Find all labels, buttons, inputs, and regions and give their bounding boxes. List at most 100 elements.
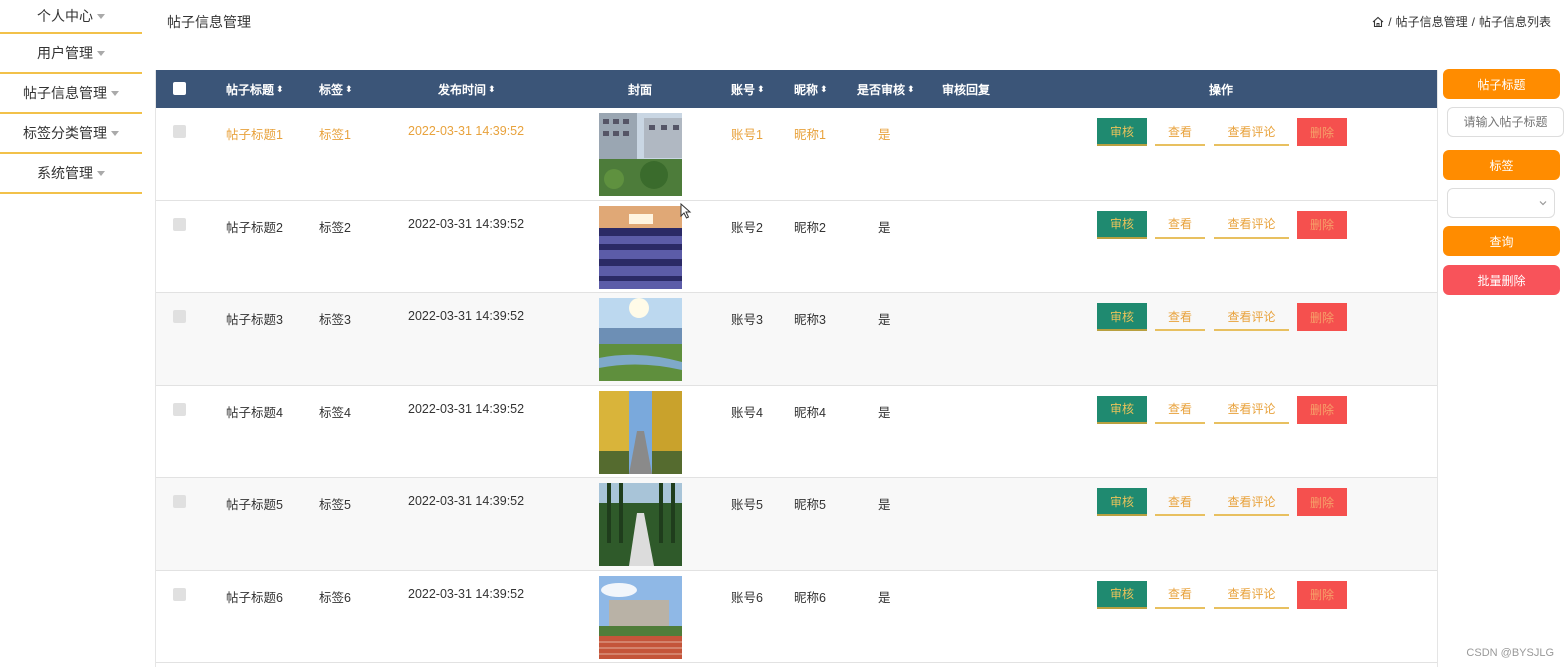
cover-image-auditorium [599, 205, 682, 289]
sort-icon[interactable]: ⬍ [757, 84, 765, 94]
cover-image-forest-path [599, 483, 682, 566]
sidebar-item-system[interactable]: 系统管理 [0, 154, 142, 194]
cell-account: 账号6 [731, 590, 763, 605]
post-table: 帖子标题 ⬍ 标签 ⬍ 发布时间 ⬍ 封面 账号 ⬍ 昵称 ⬍ 是否审核 ⬍ 审… [155, 70, 1438, 667]
audit-button[interactable]: 审核 [1097, 210, 1147, 239]
row-checkbox[interactable] [173, 402, 186, 416]
delete-button[interactable]: 删除 [1297, 580, 1347, 609]
row-checkbox[interactable] [173, 310, 186, 323]
sort-icon[interactable]: ⬍ [907, 84, 915, 94]
home-icon[interactable] [1372, 16, 1384, 28]
cell-nickname: 昵称2 [794, 220, 826, 235]
column-header-label: 是否审核 [857, 82, 906, 97]
sort-icon[interactable]: ⬍ [820, 84, 828, 94]
cell-title: 帖子标题4 [226, 405, 283, 420]
cell-account: 账号4 [731, 405, 763, 420]
cell-tag: 标签5 [319, 498, 351, 512]
delete-button[interactable]: 删除 [1297, 210, 1347, 239]
cell-time: 2022-03-31 14:39:52 [408, 124, 525, 138]
view-button[interactable]: 查看 [1155, 488, 1205, 516]
breadcrumb: / 帖子信息管理 / 帖子信息列表 [1372, 13, 1551, 30]
sidebar-item-personal-center[interactable]: 个人中心 [0, 0, 142, 34]
caret-down-icon [111, 130, 119, 136]
cell-time: 2022-03-31 14:39:52 [408, 216, 525, 231]
view-comments-button[interactable]: 查看评论 [1214, 396, 1289, 424]
tag-select[interactable] [1447, 188, 1555, 218]
cell-reviewed: 是 [878, 498, 891, 512]
table-row: 帖子标题6 标签6 2022-03-31 14:39:52 账号6 昵称6 是 [156, 571, 1437, 663]
select-all-checkbox[interactable] [173, 82, 186, 95]
cell-reviewed: 是 [878, 220, 891, 235]
sort-icon[interactable]: ⬍ [345, 84, 353, 94]
audit-button[interactable]: 审核 [1097, 488, 1147, 516]
view-button[interactable]: 查看 [1155, 211, 1205, 239]
delete-button[interactable]: 删除 [1297, 118, 1347, 146]
column-header-label: 标签 [319, 82, 344, 97]
column-header-account[interactable]: 账号 ⬍ [731, 81, 765, 98]
column-header-title[interactable]: 帖子标题 ⬍ [226, 81, 284, 98]
cell-time: 2022-03-31 14:39:52 [408, 494, 525, 508]
sidebar-item-label: 帖子信息管理 [23, 85, 107, 101]
cell-time: 2022-03-31 14:39:52 [408, 309, 525, 323]
cell-title: 帖子标题6 [226, 590, 283, 605]
column-header-reviewed[interactable]: 是否审核 ⬍ [857, 81, 915, 98]
breadcrumb-item[interactable]: 帖子信息管理 [1396, 13, 1468, 30]
table-body: 帖子标题1 标签1 2022-03-31 14:39:52 账号1 昵称1 是 … [156, 108, 1437, 663]
audit-button[interactable]: 审核 [1097, 118, 1147, 146]
audit-button[interactable]: 审核 [1097, 303, 1147, 331]
cell-reviewed: 是 [878, 128, 891, 142]
delete-button[interactable]: 删除 [1297, 488, 1347, 516]
row-checkbox[interactable] [173, 587, 186, 601]
cell-title: 帖子标题3 [226, 313, 283, 327]
view-comments-button[interactable]: 查看评论 [1214, 211, 1289, 239]
audit-button[interactable]: 审核 [1097, 580, 1147, 609]
cell-nickname: 昵称5 [794, 498, 826, 512]
column-header-label: 帖子标题 [226, 82, 275, 97]
sidebar-item-post-management[interactable]: 帖子信息管理 [0, 74, 142, 114]
view-comments-button[interactable]: 查看评论 [1214, 581, 1289, 609]
cell-time: 2022-03-31 14:39:52 [408, 401, 525, 416]
view-comments-button[interactable]: 查看评论 [1214, 303, 1289, 331]
sort-icon[interactable]: ⬍ [488, 84, 496, 94]
sidebar-item-user-management[interactable]: 用户管理 [0, 34, 142, 74]
tag-label: 标签 [1443, 150, 1560, 180]
column-header-tag[interactable]: 标签 ⬍ [319, 81, 353, 98]
cell-reviewed: 是 [878, 590, 891, 605]
caret-down-icon [111, 90, 119, 96]
view-button[interactable]: 查看 [1155, 396, 1205, 424]
delete-button[interactable]: 删除 [1297, 395, 1347, 424]
watermark: CSDN @BYSJLG [1466, 647, 1554, 659]
cell-time: 2022-03-31 14:39:52 [408, 586, 525, 601]
cell-title: 帖子标题2 [226, 220, 283, 235]
caret-down-icon [97, 13, 105, 19]
view-comments-button[interactable]: 查看评论 [1214, 488, 1289, 516]
view-button[interactable]: 查看 [1155, 118, 1205, 146]
row-checkbox[interactable] [173, 125, 186, 138]
post-title-search-input[interactable] [1447, 107, 1564, 137]
cover-image-building [599, 113, 682, 196]
query-button[interactable]: 查询 [1443, 226, 1560, 256]
view-button[interactable]: 查看 [1155, 581, 1205, 609]
row-checkbox[interactable] [173, 217, 186, 231]
sidebar-item-label: 标签分类管理 [23, 125, 107, 141]
audit-button[interactable]: 审核 [1097, 395, 1147, 424]
table-row: 帖子标题3 标签3 2022-03-31 14:39:52 账号3 昵称3 是 … [156, 293, 1437, 386]
delete-button[interactable]: 删除 [1297, 303, 1347, 331]
caret-down-icon [97, 170, 105, 176]
view-comments-button[interactable]: 查看评论 [1214, 118, 1289, 146]
row-checkbox[interactable] [173, 495, 186, 508]
sidebar-item-tag-category[interactable]: 标签分类管理 [0, 114, 142, 154]
sort-icon[interactable]: ⬍ [276, 84, 284, 94]
cell-reviewed: 是 [878, 313, 891, 327]
post-title-label: 帖子标题 [1443, 69, 1560, 99]
mouse-cursor-icon [680, 203, 692, 219]
cell-tag: 标签4 [319, 405, 351, 420]
view-button[interactable]: 查看 [1155, 303, 1205, 331]
table-row: 帖子标题5 标签5 2022-03-31 14:39:52 账号5 昵称5 是 … [156, 478, 1437, 571]
cell-tag: 标签1 [319, 128, 351, 142]
column-header-nickname[interactable]: 昵称 ⬍ [794, 81, 828, 98]
cell-nickname: 昵称1 [794, 128, 826, 142]
column-header-label: 发布时间 [438, 82, 487, 97]
batch-delete-button[interactable]: 批量删除 [1443, 265, 1560, 295]
column-header-time[interactable]: 发布时间 ⬍ [438, 81, 496, 98]
